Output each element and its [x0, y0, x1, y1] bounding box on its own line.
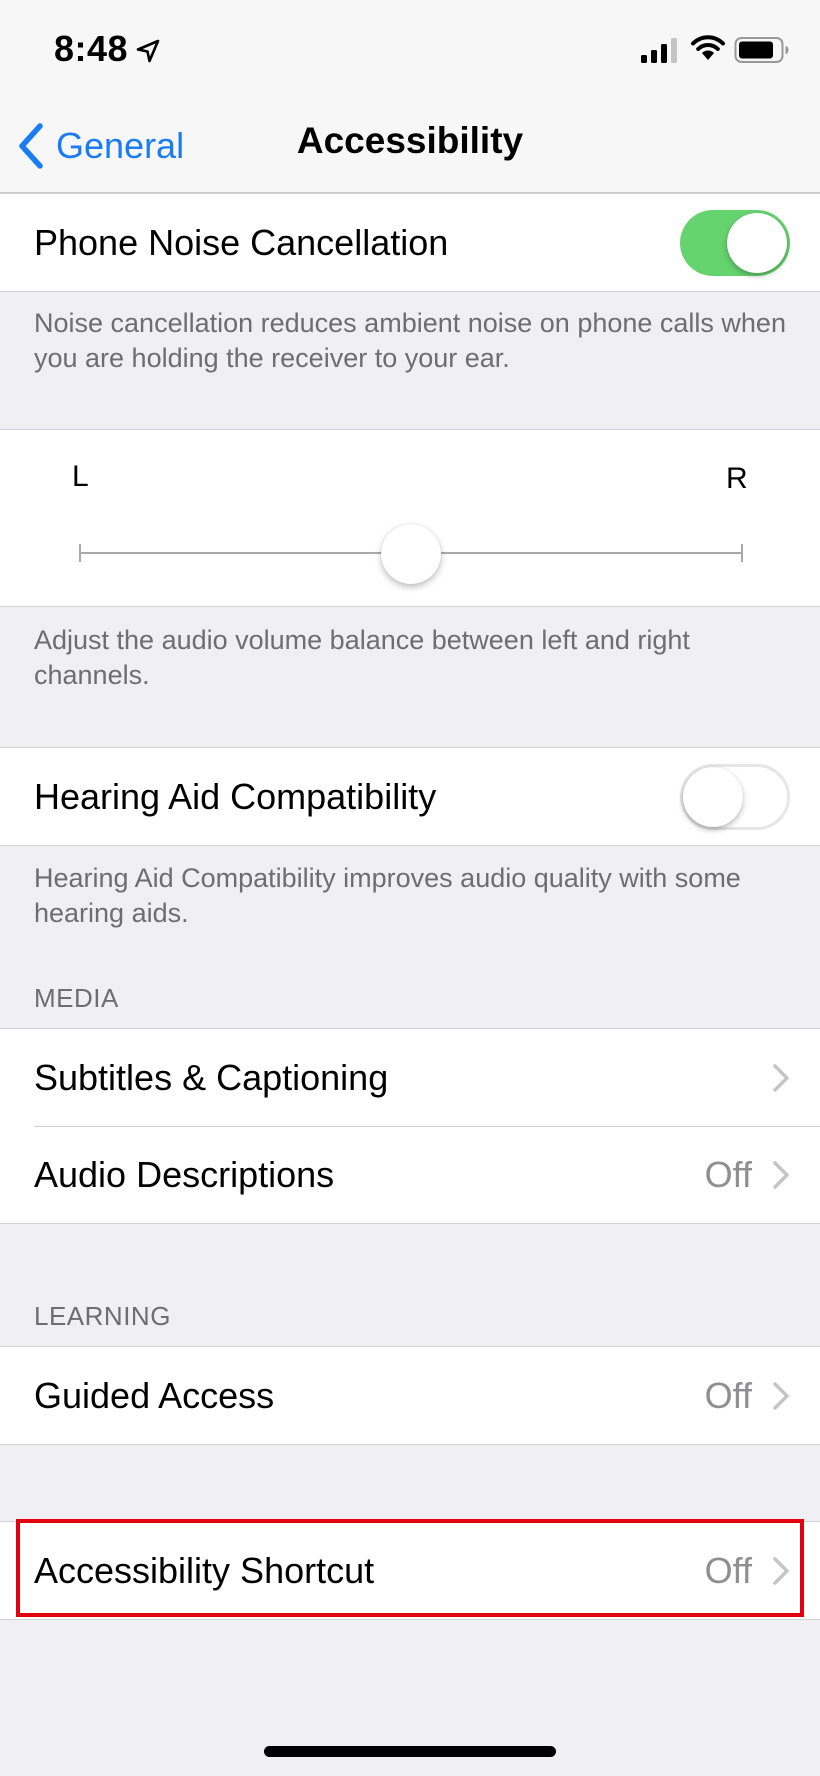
audio-descriptions-row[interactable]: Audio Descriptions Off — [0, 1126, 820, 1223]
balance-slider-thumb[interactable] — [381, 524, 441, 584]
chevron-right-icon — [773, 1160, 789, 1189]
balance-left-tick — [79, 544, 81, 562]
noise-cancellation-switch[interactable] — [680, 209, 790, 276]
learning-group: Guided Access Off — [0, 1346, 820, 1445]
noise-cancellation-label: Phone Noise Cancellation — [34, 221, 449, 263]
hearing-aid-switch[interactable] — [680, 763, 790, 830]
hearing-aid-footnote: Hearing Aid Compatibility improves audio… — [34, 863, 741, 928]
hearing-aid-label: Hearing Aid Compatibility — [34, 775, 437, 817]
balance-right-label: R — [726, 462, 748, 495]
row-label: Guided Access — [34, 1374, 275, 1416]
location-arrow-icon — [136, 39, 160, 63]
media-group: Subtitles & Captioning Audio Description… — [0, 1028, 820, 1224]
status-time: 8:48 — [54, 28, 129, 69]
row-value: Off — [704, 1374, 752, 1416]
noise-cancellation-group: Phone Noise Cancellation — [0, 193, 820, 292]
accessibility-shortcut-row[interactable]: Accessibility Shortcut Off — [0, 1522, 820, 1619]
hearing-aid-row: Hearing Aid Compatibility — [0, 748, 820, 845]
hearing-aid-group: Hearing Aid Compatibility — [0, 747, 820, 846]
screen: 8:48 General Accessibility Phone Noise C… — [0, 0, 820, 1776]
chevron-right-icon — [773, 1063, 789, 1092]
row-label: Subtitles & Captioning — [34, 1056, 389, 1098]
row-value: Off — [704, 1153, 752, 1195]
chevron-right-icon — [773, 1381, 789, 1410]
row-label: Audio Descriptions — [34, 1153, 335, 1195]
switch-knob — [683, 766, 743, 827]
noise-cancellation-footnote: Noise cancellation reduces ambient noise… — [34, 308, 786, 373]
subtitles-captioning-row[interactable]: Subtitles & Captioning — [0, 1029, 820, 1126]
switch-knob — [727, 212, 787, 273]
cellular-signal-icon — [641, 38, 677, 63]
row-value: Off — [704, 1549, 752, 1591]
guided-access-row[interactable]: Guided Access Off — [0, 1347, 820, 1444]
chevron-right-icon — [773, 1556, 789, 1585]
page-title: Accessibility — [296, 120, 524, 161]
home-indicator[interactable] — [264, 1746, 556, 1757]
wifi-icon — [691, 35, 725, 60]
balance-footnote: Adjust the audio volume balance between … — [34, 625, 690, 690]
navigation-bar: 8:48 General Accessibility — [0, 0, 820, 193]
noise-cancellation-row: Phone Noise Cancellation — [0, 194, 820, 291]
balance-slider-group: L R — [0, 429, 820, 607]
balance-right-tick — [741, 544, 743, 562]
learning-section-header: LEARNING — [34, 1301, 171, 1331]
balance-left-label: L — [72, 460, 89, 493]
row-label: Accessibility Shortcut — [34, 1549, 375, 1591]
shortcut-group: Accessibility Shortcut Off — [0, 1521, 820, 1620]
battery-icon — [734, 37, 789, 63]
media-section-header: MEDIA — [34, 983, 119, 1013]
